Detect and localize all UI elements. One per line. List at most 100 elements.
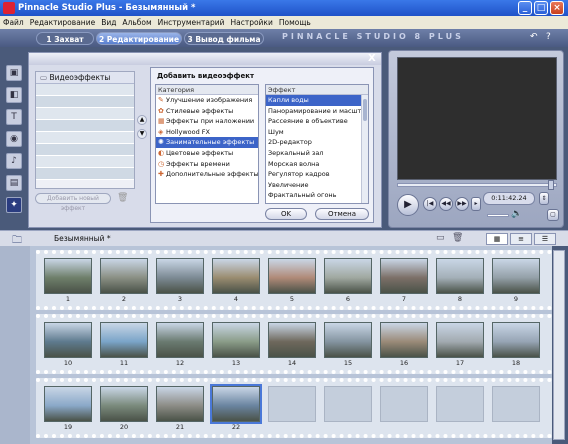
trash-icon[interactable]: 🗑 — [117, 193, 128, 204]
list-item[interactable] — [36, 168, 134, 180]
clip-cell[interactable]: 11 — [98, 322, 150, 367]
clip-cell[interactable]: 2 — [98, 258, 150, 303]
text-view-button[interactable]: ☰ — [534, 233, 556, 245]
list-item[interactable] — [36, 84, 134, 96]
clip-cell[interactable]: 14 — [266, 322, 318, 367]
menu-icon[interactable]: ▤ — [6, 175, 22, 191]
volume-slider[interactable] — [487, 214, 509, 217]
category-item[interactable]: ◈ Hollywood FX — [156, 127, 258, 138]
clip-cell[interactable]: 8 — [434, 258, 486, 303]
dialog-close-icon[interactable]: X — [368, 53, 378, 64]
category-item[interactable]: ✿ Стилевые эффекты — [156, 106, 258, 117]
effect-item[interactable]: 2D-редактор — [266, 137, 368, 148]
effect-item[interactable]: Морская волна — [266, 159, 368, 170]
category-item[interactable]: ✚ Дополнительные эффекты — [156, 169, 258, 180]
cancel-button[interactable]: Отмена — [315, 208, 369, 220]
category-item[interactable]: ◐ Цветовые эффекты — [156, 148, 258, 159]
effect-item[interactable]: Шум — [266, 127, 368, 138]
ok-button[interactable]: OK — [265, 208, 307, 220]
category-item-selected[interactable]: ✺ Занимательные эффекты — [156, 137, 258, 148]
clip-cell[interactable]: 21 — [154, 386, 206, 431]
tab-edit[interactable]: 2 Редактирование — [96, 32, 182, 45]
effect-list-scrollbar[interactable] — [361, 95, 368, 203]
effect-item[interactable]: Увеличение — [266, 180, 368, 191]
frame-step-button[interactable]: ▸ — [471, 197, 481, 211]
scroll-down-button[interactable]: ▼ — [137, 129, 147, 139]
list-item[interactable] — [36, 96, 134, 108]
effect-item[interactable]: Регулятор кадров — [266, 169, 368, 180]
help-icon[interactable]: ? — [546, 32, 551, 42]
clip-cell[interactable]: 12 — [154, 322, 206, 367]
minimize-button[interactable]: _ — [518, 1, 532, 15]
timecode-spin-button[interactable]: ⇕ — [539, 192, 549, 205]
clip-cell[interactable]: 3 — [154, 258, 206, 303]
camera-icon[interactable]: ◉ — [6, 131, 22, 147]
menu-settings[interactable]: Настройки — [230, 18, 272, 27]
list-item[interactable] — [36, 108, 134, 120]
list-item[interactable] — [36, 132, 134, 144]
list-item[interactable] — [36, 120, 134, 132]
close-button[interactable]: × — [550, 1, 564, 15]
to-start-button[interactable]: |◀ — [423, 197, 437, 211]
clip-cell[interactable]: 9 — [490, 258, 542, 303]
empty-clip-slot[interactable] — [490, 386, 542, 430]
undo-icon[interactable]: ↶ — [530, 32, 538, 42]
scroll-up-button[interactable]: ▲ — [137, 115, 147, 125]
tab-make-movie[interactable]: 3 Вывод фильма — [184, 32, 264, 45]
clip-cell[interactable]: 1 — [42, 258, 94, 303]
clip-cell[interactable]: 6 — [322, 258, 374, 303]
list-item[interactable] — [36, 156, 134, 168]
effect-list[interactable]: Эффект Капли воды Панорамирование и масш… — [265, 84, 369, 204]
clip-cell[interactable]: 16 — [378, 322, 430, 367]
transition-icon[interactable]: ◧ — [6, 87, 22, 103]
effect-item-selected[interactable]: Капли воды — [266, 95, 368, 106]
add-effect-button[interactable]: Добавить новый эффект — [35, 193, 111, 212]
category-item[interactable]: ▦Эффекты при наложении — [156, 116, 258, 127]
effect-item[interactable]: Панорамирование и масштаб — [266, 106, 368, 117]
clip-cell[interactable]: 20 — [98, 386, 150, 431]
category-item[interactable]: ✎ Улучшение изображения — [156, 95, 258, 106]
clip-cell[interactable]: 22 — [210, 384, 262, 431]
clip-cell[interactable]: 15 — [322, 322, 374, 367]
trash-icon[interactable]: 🗑 — [452, 233, 463, 243]
menu-file[interactable]: Файл — [3, 18, 24, 27]
category-item[interactable]: ◷ Эффекты времени — [156, 159, 258, 170]
clip-cell[interactable]: 7 — [378, 258, 430, 303]
speaker-icon[interactable]: 🔈 — [511, 209, 522, 219]
empty-clip-slot[interactable] — [378, 386, 430, 430]
split-icon[interactable]: ▭ — [436, 233, 445, 243]
timeline-view-button[interactable]: ≡ — [510, 233, 532, 245]
category-list[interactable]: Категория ✎ Улучшение изображения ✿ Стилев… — [155, 84, 259, 204]
fullscreen-button[interactable]: ▢ — [547, 209, 559, 221]
menu-help[interactable]: Помощь — [279, 18, 311, 27]
effect-item[interactable]: Рассеяние в объективе — [266, 116, 368, 127]
clip-cell[interactable]: 5 — [266, 258, 318, 303]
scrubber-knob[interactable] — [548, 180, 554, 190]
rewind-button[interactable]: ◀◀ — [439, 197, 453, 211]
menu-edit[interactable]: Редактирование — [30, 18, 95, 27]
title-icon[interactable]: T — [6, 109, 22, 125]
clip-cell[interactable]: 17 — [434, 322, 486, 367]
timecode-display[interactable]: 0:11:42.24 — [483, 192, 535, 205]
clapper-icon[interactable]: ▣ — [6, 65, 22, 81]
audio-icon[interactable]: ♪ — [6, 153, 22, 169]
scrollbar-thumb[interactable] — [363, 99, 367, 121]
clip-cell[interactable]: 18 — [490, 322, 542, 367]
clip-cell[interactable]: 4 — [210, 258, 262, 303]
menu-tools[interactable]: Инструментарий — [158, 18, 225, 27]
scrubber-bar[interactable] — [397, 180, 557, 190]
forward-button[interactable]: ▶▶ — [455, 197, 469, 211]
effect-item[interactable]: Зеркальный зал — [266, 148, 368, 159]
empty-clip-slot[interactable] — [434, 386, 486, 430]
menu-album[interactable]: Альбом — [122, 18, 151, 27]
empty-clip-slot[interactable] — [322, 386, 374, 430]
menu-view[interactable]: Вид — [101, 18, 116, 27]
storyboard-view-button[interactable]: ▦ — [486, 233, 508, 245]
empty-clip-slot[interactable] — [266, 386, 318, 430]
play-button[interactable]: ▶ — [397, 194, 419, 216]
tab-capture[interactable]: 1 Захват — [36, 32, 94, 45]
effect-item[interactable]: Фрактальный огонь — [266, 190, 368, 201]
clip-cell[interactable]: 13 — [210, 322, 262, 367]
clip-cell[interactable]: 10 — [42, 322, 94, 367]
effects-list[interactable]: ▭ Видеоэффекты — [35, 71, 135, 189]
